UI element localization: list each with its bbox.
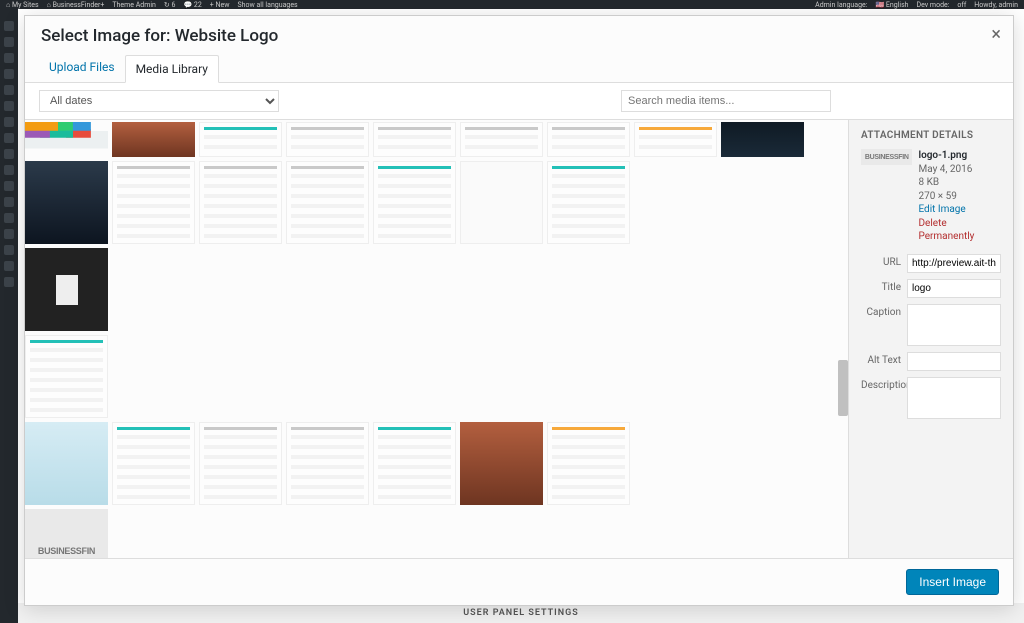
media-thumb[interactable] — [547, 161, 630, 244]
date-filter[interactable]: All dates — [39, 90, 279, 112]
media-thumb[interactable] — [286, 122, 369, 157]
modal-title: Select Image for: Website Logo — [25, 16, 1013, 54]
adminbar-devmode-label: Dev mode: — [917, 1, 950, 9]
page-section-title: USER PANEL SETTINGS — [18, 603, 1024, 623]
media-thumb[interactable] — [25, 335, 108, 418]
edit-image-link[interactable]: Edit Image — [918, 203, 1001, 217]
media-thumb[interactable] — [547, 122, 630, 157]
media-thumb[interactable] — [199, 122, 282, 157]
attachment-dimensions: 270 × 59 — [918, 190, 1001, 204]
title-label: Title — [861, 279, 907, 293]
adminbar-item[interactable]: + New — [210, 1, 230, 9]
media-thumb[interactable] — [112, 161, 195, 244]
media-thumb[interactable] — [199, 161, 282, 244]
attachment-details: ATTACHMENT DETAILS BUSINESSFIN logo-1.pn… — [848, 120, 1013, 558]
modal-tabs: Upload Files Media Library — [25, 54, 1013, 82]
adminbar-item[interactable]: ⌂ BusinessFinder+ — [47, 1, 105, 9]
attachment-thumb: BUSINESSFIN — [861, 149, 912, 165]
delete-permanently-link[interactable]: Delete Permanently — [918, 217, 1001, 244]
media-grid: BUSINESSFIN BUSINESSFIN BUSINESSFIN BUSI… — [25, 120, 848, 558]
media-modal: × Select Image for: Website Logo Upload … — [24, 15, 1014, 606]
adminbar-lang[interactable]: 🇺🇸 English — [875, 1, 908, 9]
details-heading: ATTACHMENT DETAILS — [861, 130, 1001, 141]
media-thumb[interactable] — [460, 422, 543, 505]
attachment-filename: logo-1.png — [918, 149, 1001, 163]
adminbar-item[interactable]: 💬 22 — [183, 1, 201, 9]
media-thumb[interactable] — [547, 422, 630, 505]
media-thumb[interactable] — [460, 161, 543, 244]
title-field[interactable] — [907, 279, 1001, 298]
alt-field[interactable] — [907, 352, 1001, 371]
media-thumb[interactable] — [460, 122, 543, 157]
caption-label: Caption — [861, 304, 907, 318]
media-thumb[interactable] — [373, 161, 456, 244]
url-label: URL — [861, 254, 907, 268]
media-thumb[interactable] — [286, 161, 369, 244]
adminbar-devmode[interactable]: off — [957, 1, 966, 9]
wp-admin-bar: ⌂ My Sites ⌂ BusinessFinder+ Theme Admin… — [0, 0, 1024, 9]
media-thumb[interactable] — [373, 122, 456, 157]
adminbar-right: Admin language: 🇺🇸 English Dev mode: off… — [815, 1, 1018, 9]
media-thumb[interactable] — [112, 422, 195, 505]
tab-upload-files[interactable]: Upload Files — [39, 54, 125, 82]
desc-field[interactable] — [907, 377, 1001, 419]
attachment-meta: logo-1.png May 4, 2016 8 KB 270 × 59 Edi… — [918, 149, 1001, 244]
close-icon[interactable]: × — [991, 24, 1001, 45]
adminbar-user[interactable]: Howdy, admin — [974, 1, 1018, 9]
media-thumb[interactable] — [721, 122, 804, 157]
media-thumb[interactable] — [25, 161, 108, 244]
tab-media-library[interactable]: Media Library — [125, 55, 219, 83]
media-thumb[interactable] — [199, 422, 282, 505]
scrollbar-thumb[interactable] — [838, 360, 848, 416]
media-thumb[interactable] — [25, 248, 108, 331]
wp-admin-sidebar — [0, 9, 18, 623]
adminbar-item[interactable]: ↻ 6 — [164, 1, 176, 9]
modal-footer: Insert Image — [25, 558, 1013, 605]
alt-label: Alt Text — [861, 352, 907, 366]
adminbar-left: ⌂ My Sites ⌂ BusinessFinder+ Theme Admin… — [6, 1, 298, 9]
attachment-filesize: 8 KB — [918, 176, 1001, 190]
search-input[interactable] — [621, 90, 831, 112]
media-thumb[interactable] — [25, 122, 108, 157]
adminbar-item[interactable]: Theme Admin — [112, 1, 156, 9]
url-field[interactable] — [907, 254, 1001, 273]
caption-field[interactable] — [907, 304, 1001, 346]
adminbar-item[interactable]: Show all languages — [237, 1, 297, 9]
media-thumb[interactable] — [373, 422, 456, 505]
adminbar-item[interactable]: ⌂ My Sites — [6, 1, 39, 9]
adminbar-lang-label: Admin language: — [815, 1, 867, 9]
media-thumb[interactable]: BUSINESSFIN — [25, 509, 108, 558]
media-thumb[interactable] — [25, 422, 108, 505]
media-toolbar: All dates — [25, 82, 1013, 120]
media-thumb[interactable] — [112, 122, 195, 157]
attachment-date: May 4, 2016 — [918, 163, 1001, 177]
media-thumb[interactable] — [634, 122, 717, 157]
media-thumb[interactable] — [286, 422, 369, 505]
insert-image-button[interactable]: Insert Image — [906, 569, 999, 595]
desc-label: Description — [861, 377, 907, 391]
